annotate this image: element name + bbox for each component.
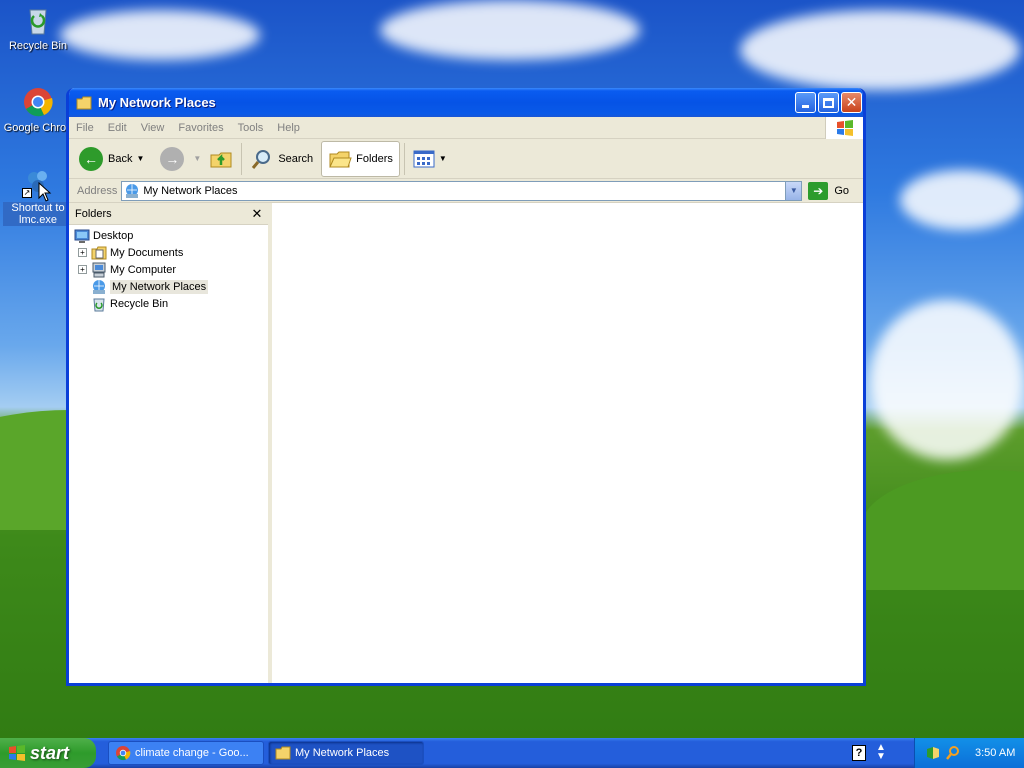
clock[interactable]: 3:50 AM (975, 747, 1015, 759)
windows-logo-icon (825, 117, 863, 139)
expand-icon[interactable]: + (78, 248, 87, 257)
close-pane-icon[interactable]: ✕ (249, 206, 265, 222)
tree-item-recycle-bin[interactable]: Recycle Bin (69, 295, 268, 312)
address-dropdown-button[interactable]: ▼ (785, 181, 802, 200)
maximize-icon (823, 97, 834, 108)
folder-up-icon (210, 152, 232, 167)
tree-item-label: Recycle Bin (110, 297, 169, 310)
menu-tools[interactable]: Tools (231, 122, 271, 134)
folders-pane-title: Folders (75, 207, 112, 220)
toolbar-separator (403, 142, 405, 175)
system-tray: 3:50 AM (914, 738, 1024, 768)
back-label: Back (108, 152, 133, 165)
help-icon[interactable]: ? (852, 745, 866, 761)
chevron-down-icon[interactable]: ▼ (193, 154, 201, 163)
chevron-down-icon: ▼ (438, 154, 447, 163)
chrome-icon (22, 86, 54, 118)
tray-expand-icon[interactable]: ▲ ▼ (876, 743, 886, 762)
shortcut-arrow-icon: ↗ (22, 188, 32, 198)
search-label: Search (278, 152, 314, 165)
desktop-icon-label: Google Chron (3, 122, 73, 134)
folders-pane-header: Folders ✕ (69, 203, 268, 225)
address-bar: Address My Network Places ▼ ➔ Go (69, 179, 863, 203)
taskbar-item-label: climate change - Goo... (135, 747, 249, 759)
chevron-down-icon: ▼ (789, 186, 798, 195)
tree-item-my-computer[interactable]: + My Computer (69, 261, 268, 278)
network-places-icon (126, 183, 139, 198)
recycle-bin-icon (93, 298, 105, 311)
desktop-icon-label: Recycle Bin (8, 40, 68, 52)
up-button[interactable] (205, 141, 237, 177)
desktop-icon-recycle-bin[interactable]: Recycle Bin (3, 4, 73, 52)
back-button[interactable]: ← Back ▼ (75, 141, 148, 177)
folder-tree: Desktop + My Documents + My Computer My … (69, 225, 268, 312)
back-arrow-icon: ← (79, 146, 103, 171)
taskbar-item-chrome[interactable]: climate change - Goo... (108, 741, 264, 765)
network-places-icon (93, 279, 105, 294)
tree-item-label: My Network Places (110, 279, 209, 294)
network-status-icon[interactable] (925, 745, 941, 761)
title-bar[interactable]: My Network Places ✕ (69, 88, 863, 117)
file-list-pane[interactable] (272, 203, 863, 683)
recycle-bin-icon (22, 4, 54, 36)
address-value: My Network Places (143, 184, 238, 197)
start-button[interactable]: start (0, 738, 96, 768)
mouse-cursor-icon (38, 182, 52, 202)
tree-item-label: Desktop (93, 229, 134, 242)
tree-item-my-network-places[interactable]: My Network Places (69, 278, 268, 295)
search-tray-icon[interactable] (945, 745, 961, 761)
taskbar-item-label: My Network Places (295, 747, 390, 759)
desktop-icon (74, 229, 90, 243)
toolbar: ← Back ▼ → ▼ Search Folders ▼ (69, 139, 863, 179)
folder-icon (275, 746, 291, 760)
explorer-window[interactable]: My Network Places ✕ File Edit View Favor… (66, 88, 866, 686)
address-input[interactable]: My Network Places ▼ (121, 180, 803, 201)
views-icon (413, 150, 435, 167)
folders-label: Folders (356, 152, 393, 165)
views-button[interactable]: ▼ (409, 141, 451, 177)
desktop-icon-label: Shortcut to lmc.exe (3, 202, 73, 226)
tree-item-my-documents[interactable]: + My Documents (69, 244, 268, 261)
menu-favorites[interactable]: Favorites (171, 122, 230, 134)
forward-arrow-icon: → (160, 146, 185, 171)
address-label: Address (77, 184, 118, 197)
chrome-icon (116, 746, 131, 761)
desktop-icon-google-chrome[interactable]: Google Chron (3, 86, 73, 134)
forward-button[interactable]: → ▼ (148, 141, 205, 177)
folder-icon (76, 96, 92, 109)
folders-button[interactable]: Folders (321, 140, 400, 177)
taskbar-item-my-network-places[interactable]: My Network Places (268, 741, 424, 765)
start-label: start (30, 742, 70, 763)
search-button[interactable]: Search (246, 141, 317, 177)
go-arrow-icon: ➔ (808, 181, 829, 200)
maximize-button[interactable] (818, 92, 839, 113)
content-area: Folders ✕ Desktop + My Documents + My Co… (69, 203, 863, 683)
windows-flag-icon (9, 745, 25, 761)
chevron-down-icon[interactable]: ▼ (136, 154, 144, 163)
menu-bar: File Edit View Favorites Tools Help (69, 117, 863, 139)
search-icon (252, 149, 271, 169)
close-button[interactable]: ✕ (841, 92, 862, 113)
tree-item-desktop[interactable]: Desktop (69, 227, 268, 244)
expand-icon[interactable]: + (78, 265, 87, 274)
my-computer-icon (92, 262, 106, 277)
folders-icon (329, 151, 352, 167)
tree-item-label: My Documents (110, 246, 184, 259)
toolbar-separator (241, 142, 243, 175)
minimize-button[interactable] (795, 92, 816, 113)
tree-item-label: My Computer (110, 263, 177, 276)
menu-file[interactable]: File (69, 122, 101, 134)
minimize-icon (802, 105, 809, 108)
menu-help[interactable]: Help (270, 122, 307, 134)
folders-pane: Folders ✕ Desktop + My Documents + My Co… (69, 203, 272, 683)
my-documents-icon (91, 246, 107, 259)
close-icon: ✕ (845, 94, 858, 110)
menu-edit[interactable]: Edit (101, 122, 134, 134)
taskbar: start climate change - Goo... My Network… (0, 738, 1024, 768)
menu-view[interactable]: View (134, 122, 172, 134)
window-title: My Network Places (98, 95, 216, 110)
go-label: Go (834, 184, 849, 197)
go-button[interactable]: ➔ Go (808, 181, 849, 200)
